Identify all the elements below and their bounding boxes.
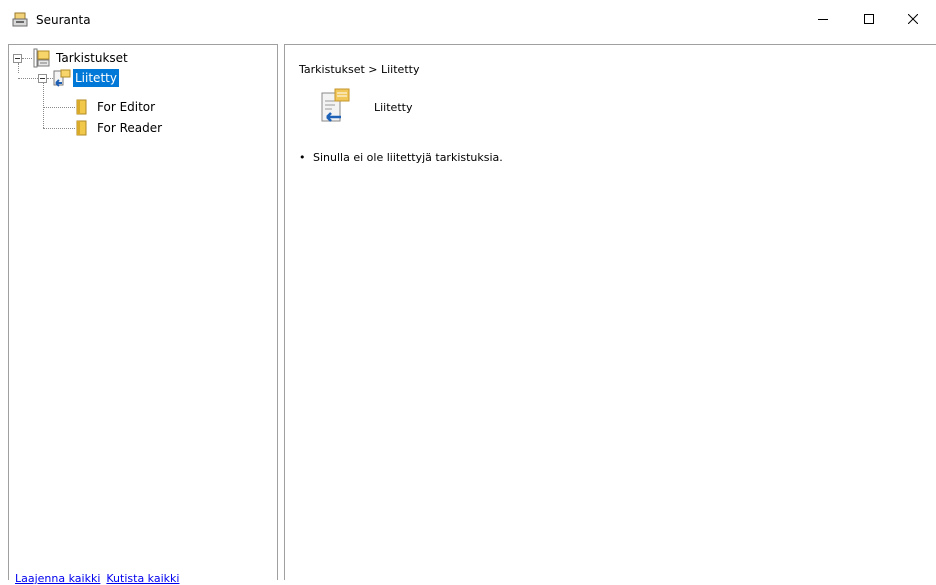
tree-connector (18, 78, 38, 79)
tree-connector (18, 63, 19, 73)
tree-pane: Tarkistukset Liitetty For Editor For Rea… (8, 44, 278, 585)
liitetty-icon (53, 69, 71, 92)
breadcrumb: Tarkistukset > Liitetty (299, 63, 420, 76)
title-bar[interactable]: Seuranta (0, 0, 936, 38)
window-title: Seuranta (36, 13, 91, 27)
tree-item-for-editor[interactable]: For Editor (95, 98, 157, 116)
tree-connector (43, 128, 75, 129)
tree-item-liitetty[interactable]: Liitetty (73, 69, 119, 87)
detail-pane: Tarkistukset > Liitetty Liitetty • Sinul… (284, 44, 936, 580)
minimize-icon (818, 14, 828, 24)
tree-actions: Laajenna kaikki Kutista kaikki (15, 572, 185, 585)
tarkistukset-icon (33, 48, 51, 71)
section-title: Liitetty (374, 101, 413, 114)
seuranta-window: Seuranta Tarkistukset Liitetty For Edito… (0, 0, 936, 585)
bullet-icon: • (299, 151, 306, 164)
maximize-icon (864, 14, 874, 24)
tree-connector (22, 58, 32, 59)
folder-icon (75, 119, 89, 140)
close-icon (908, 14, 918, 24)
tree-collapse-toggle-liitetty[interactable] (38, 74, 47, 83)
empty-message: • Sinulla ei ole liitettyjä tarkistuksia… (299, 151, 503, 164)
minimize-button[interactable] (800, 0, 846, 38)
close-button[interactable] (890, 0, 936, 38)
maximize-button[interactable] (846, 0, 892, 38)
tree-item-for-reader[interactable]: For Reader (95, 119, 164, 137)
collapse-all-link[interactable]: Kutista kaikki (106, 572, 179, 585)
content-area: Tarkistukset Liitetty For Editor For Rea… (0, 38, 936, 585)
tree-item-tarkistukset[interactable]: Tarkistukset (54, 49, 130, 67)
tree-connector (43, 107, 75, 108)
tree-connector (43, 83, 44, 128)
liitetty-section-icon (319, 87, 351, 123)
tree-collapse-toggle-root[interactable] (13, 54, 22, 63)
seuranta-app-icon (12, 12, 28, 28)
expand-all-link[interactable]: Laajenna kaikki (15, 572, 100, 585)
empty-message-text: Sinulla ei ole liitettyjä tarkistuksia. (313, 151, 503, 164)
folder-icon (75, 98, 89, 119)
